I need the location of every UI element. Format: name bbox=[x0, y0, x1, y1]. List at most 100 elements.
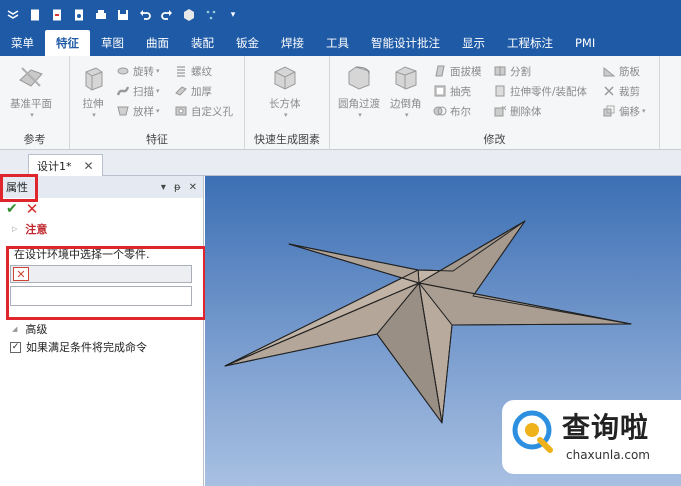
chevron-down-icon: ▾ bbox=[92, 111, 96, 119]
offset-icon bbox=[603, 105, 615, 117]
extrude-to-assembly-icon bbox=[495, 85, 505, 97]
pmi-icon[interactable] bbox=[202, 6, 220, 24]
app-menu-icon[interactable] bbox=[4, 6, 22, 24]
tab-sheet-metal[interactable]: 钣金 bbox=[225, 30, 270, 56]
revolve-icon bbox=[117, 67, 129, 75]
boolean-button[interactable]: 布尔 bbox=[433, 102, 471, 120]
pin-icon[interactable]: ᵽ bbox=[174, 182, 181, 193]
shell-button[interactable]: 抽壳 bbox=[433, 82, 471, 100]
ribbon-group-feature: 拉伸 ▾ 旋转 ▾ 扫描 ▾ 放样 ▾ 螺纹 加厚 自定义孔 特征 bbox=[70, 56, 245, 150]
base-plane-button[interactable]: 基准平面 ▾ bbox=[10, 62, 52, 119]
boolean-icon bbox=[433, 106, 447, 116]
tab-smart-annotation[interactable]: 智能设计批注 bbox=[360, 30, 451, 56]
group-label-reference: 参考 bbox=[23, 133, 46, 146]
redo-icon[interactable] bbox=[158, 6, 176, 24]
ribbon-group-quick-primitives: 长方体 ▾ 快速生成图素 bbox=[245, 56, 330, 150]
watermark-logo-icon bbox=[512, 410, 553, 453]
tab-pmi[interactable]: PMI bbox=[564, 30, 606, 56]
chevron-down-icon: ▾ bbox=[404, 111, 409, 119]
document-tab-label: 设计1* bbox=[37, 159, 72, 173]
advanced-label: 高级 bbox=[25, 323, 48, 336]
open-icon[interactable] bbox=[48, 6, 66, 24]
split-button[interactable]: 分割 bbox=[493, 62, 531, 80]
ribbon-group-modify: 圆角过渡 ▾ 边倒角 ▾ 面拔模 抽壳 布尔 分割 拉伸零件/装配体 删除体 筋… bbox=[330, 56, 660, 150]
document-tab[interactable]: 设计1* ✕ bbox=[28, 154, 103, 176]
ribbon-tabs: 菜单 特征 草图 曲面 装配 钣金 焊接 工具 智能设计批注 显示 工程标注 P… bbox=[0, 30, 681, 56]
tab-sketch[interactable]: 草图 bbox=[90, 30, 135, 56]
split-icon bbox=[494, 66, 506, 76]
close-icon[interactable]: ✕ bbox=[189, 182, 197, 193]
undo-icon[interactable] bbox=[136, 6, 154, 24]
watermark-brand: 查询啦 bbox=[562, 411, 650, 444]
draft-button[interactable]: 面拔模 bbox=[433, 62, 482, 80]
loft-icon bbox=[117, 106, 129, 116]
revolve-button[interactable]: 旋转 ▾ bbox=[116, 62, 160, 80]
tab-engineering-dimension[interactable]: 工程标注 bbox=[496, 30, 564, 56]
trim-button[interactable]: 裁剪 bbox=[602, 82, 640, 100]
custom-hole-icon bbox=[175, 106, 187, 116]
group-label-feature: 特征 bbox=[146, 133, 168, 146]
ribbon-group-reference: 基准平面 ▾ 参考 bbox=[0, 56, 70, 150]
tab-menu[interactable]: 菜单 bbox=[0, 30, 45, 56]
tab-assembly[interactable]: 装配 bbox=[180, 30, 225, 56]
group-label-quick-primitives: 快速生成图素 bbox=[254, 133, 320, 146]
watermark: 查询啦 chaxunla.com bbox=[502, 400, 681, 474]
highlight-selection-area bbox=[6, 246, 206, 320]
close-icon[interactable]: ✕ bbox=[84, 159, 94, 173]
thread-button[interactable]: 螺纹 bbox=[174, 62, 212, 80]
base-plane-icon bbox=[19, 67, 43, 87]
chamfer-icon bbox=[395, 66, 417, 90]
group-label-modify: 修改 bbox=[483, 133, 506, 146]
document-tab-bar: 设计1* ✕ bbox=[0, 150, 681, 176]
custom-hole-button[interactable]: 自定义孔 bbox=[174, 102, 233, 120]
collapse-arrow-icon: ◢ bbox=[12, 325, 18, 333]
watermark-url: chaxunla.com bbox=[566, 448, 650, 462]
extrude-button[interactable]: 拉伸 ▾ bbox=[78, 62, 108, 119]
title-bar: ▾ bbox=[0, 0, 681, 30]
delete-body-button[interactable]: 删除体 bbox=[493, 102, 542, 120]
sweep-button[interactable]: 扫描 ▾ bbox=[116, 82, 160, 100]
sweep-icon bbox=[116, 86, 130, 96]
tab-weld[interactable]: 焊接 bbox=[270, 30, 315, 56]
advanced-section[interactable]: ◢ 高级 bbox=[0, 320, 203, 338]
chamfer-button[interactable]: 边倒角 ▾ bbox=[390, 62, 422, 119]
highlight-properties-tab bbox=[0, 174, 38, 202]
draft-icon bbox=[435, 65, 445, 77]
loft-button[interactable]: 放样 ▾ bbox=[116, 102, 160, 120]
chevron-down-icon: ▾ bbox=[30, 111, 34, 119]
offset-button[interactable]: 偏移 ▾ bbox=[602, 102, 646, 120]
thicken-icon bbox=[175, 86, 187, 96]
save-icon[interactable] bbox=[114, 6, 132, 24]
panel-menu-icon[interactable]: ▾ bbox=[161, 182, 166, 193]
tab-features[interactable]: 特征 bbox=[45, 30, 90, 56]
box-button[interactable]: 长方体 ▾ bbox=[269, 62, 301, 119]
auto-finish-label: 如果满足条件将完成命令 bbox=[26, 341, 147, 354]
note-label: 注意 bbox=[25, 223, 48, 236]
note-section[interactable]: ▷ 注意 bbox=[0, 220, 203, 238]
tab-surface[interactable]: 曲面 bbox=[135, 30, 180, 56]
auto-finish-checkbox[interactable]: ✓ bbox=[10, 341, 21, 353]
trim-icon bbox=[604, 86, 614, 96]
rib-button[interactable]: 筋板 bbox=[602, 62, 640, 80]
thicken-button[interactable]: 加厚 bbox=[174, 82, 212, 100]
expand-arrow-icon: ▷ bbox=[12, 225, 18, 233]
print-icon[interactable] bbox=[92, 6, 110, 24]
properties-panel: 属性 ▾ ᵽ ✕ ✔ ✕ ▷ 注意 在设计环境中选择一个零件. ✕ ◢ 高级 ✓… bbox=[0, 176, 204, 486]
save-as-icon[interactable] bbox=[70, 6, 88, 24]
thread-icon bbox=[177, 66, 185, 77]
rebuild-icon[interactable] bbox=[180, 6, 198, 24]
tab-tools[interactable]: 工具 bbox=[315, 30, 360, 56]
extrude-to-assembly-button[interactable]: 拉伸零件/装配体 bbox=[493, 82, 587, 100]
auto-finish-option[interactable]: ✓ 如果满足条件将完成命令 bbox=[0, 338, 203, 356]
box-icon bbox=[274, 66, 296, 90]
ok-checkmark-icon[interactable]: ✔ bbox=[6, 201, 18, 217]
fillet-button[interactable]: 圆角过渡 ▾ bbox=[338, 62, 380, 119]
extrude-icon bbox=[85, 67, 103, 91]
new-icon[interactable] bbox=[26, 6, 44, 24]
dropdown-icon[interactable]: ▾ bbox=[224, 6, 242, 24]
delete-body-icon bbox=[494, 105, 507, 117]
shell-icon bbox=[434, 85, 446, 97]
rib-icon bbox=[603, 66, 616, 77]
cancel-x-icon[interactable]: ✕ bbox=[26, 200, 39, 218]
tab-display[interactable]: 显示 bbox=[451, 30, 496, 56]
